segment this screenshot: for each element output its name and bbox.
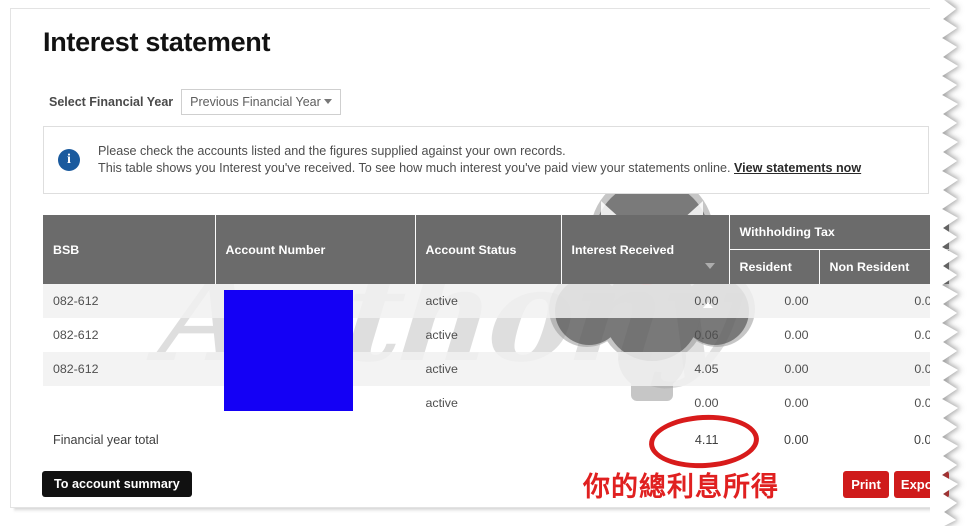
export-button[interactable]: Export <box>894 471 949 498</box>
info-icon: i <box>58 149 80 171</box>
cell-resident: 0.00 <box>729 352 819 386</box>
cell-non-resident: 0.00 <box>819 352 950 386</box>
chinese-note-annotation: 你的總利息所得 <box>583 472 779 503</box>
total-spacer-account-number <box>215 420 415 460</box>
cell-interest-received: 0.06 <box>694 328 719 342</box>
column-header-account-number[interactable]: Account Number <box>215 215 416 284</box>
table-header-row-1: BSB Account Number Account Status Intere… <box>43 215 950 284</box>
financial-year-selected-value: Previous Financial Year <box>190 95 321 109</box>
statement-page-card: Anthony <box>10 8 950 508</box>
cell-non-resident: 0.00 <box>819 284 950 318</box>
view-statements-link[interactable]: View statements now <box>734 161 861 175</box>
column-header-resident[interactable]: Resident <box>729 249 820 284</box>
cell-interest-received: 4.05 <box>561 352 729 386</box>
info-banner-line-1: Please check the accounts listed and the… <box>98 144 566 158</box>
info-banner-line-2: This table shows you Interest you've rec… <box>98 161 731 175</box>
cell-bsb: 082-612 <box>43 352 215 386</box>
column-header-interest-received[interactable]: Interest Received <box>561 215 730 284</box>
total-non-resident: 0.00 <box>914 433 939 447</box>
total-label: Financial year total <box>53 433 159 447</box>
cell-bsb <box>43 386 215 420</box>
account-number-redaction-box <box>224 290 353 411</box>
table-row: 082-612 active 0.00 0.00 0.00 <box>43 284 950 318</box>
column-header-bsb[interactable]: BSB <box>43 215 216 284</box>
financial-year-label: Select Financial Year <box>49 95 174 109</box>
table-head: BSB Account Number Account Status Intere… <box>43 215 950 284</box>
cell-account-status: active <box>415 284 561 318</box>
column-header-non-resident[interactable]: Non Resident <box>819 249 950 284</box>
cell-resident: 0.00 <box>784 396 809 410</box>
interest-table-wrapper: BSB Account Number Account Status Intere… <box>43 215 950 460</box>
print-button[interactable]: Print <box>843 471 889 498</box>
cell-bsb: 082-612 <box>53 328 99 342</box>
column-header-account-status[interactable]: Account Status <box>415 215 562 284</box>
to-account-summary-button[interactable]: To account summary <box>42 471 192 497</box>
sort-ascending-caret-icon[interactable] <box>703 302 713 308</box>
info-banner-text: Please check the accounts listed and the… <box>98 143 861 177</box>
screenshot-root: Anthony <box>0 0 976 526</box>
cell-account-status: active <box>415 352 561 386</box>
column-header-withholding-tax: Withholding Tax <box>729 215 950 250</box>
cell-resident: 0.00 <box>729 284 819 318</box>
info-banner: i Please check the accounts listed and t… <box>43 126 929 194</box>
chevron-down-icon <box>324 99 333 104</box>
table-body: 082-612 active 0.00 0.00 0.00 082-612 ac… <box>43 284 950 460</box>
table-row: 082-612 active 4.05 0.00 0.00 <box>43 352 950 386</box>
financial-year-select[interactable]: Previous Financial Year <box>181 89 342 115</box>
total-spacer-account-status <box>415 420 561 460</box>
cell-account-status: active <box>425 396 458 410</box>
cell-interest-received: 0.00 <box>561 284 729 318</box>
cell-non-resident: 0.00 <box>914 328 939 342</box>
cell-resident: 0.00 <box>784 328 809 342</box>
page-title: Interest statement <box>43 27 271 57</box>
sort-descending-caret-icon[interactable] <box>705 263 715 269</box>
cell-non-resident: 0.00 <box>914 396 939 410</box>
cell-bsb: 082-612 <box>43 284 215 318</box>
table-total-row: Financial year total 4.11 0.00 0.00 <box>43 420 949 460</box>
info-banner-line-2-wrap: This table shows you Interest you've rec… <box>98 160 861 177</box>
table-row: active 0.00 0.00 0.00 <box>43 386 949 420</box>
financial-year-selector-row: Select Financial Year Previous Financial… <box>49 89 342 115</box>
interest-statement-table: BSB Account Number Account Status Intere… <box>43 215 950 460</box>
table-row: 082-612 active 0.06 0.00 0.00 <box>43 318 949 352</box>
cell-account-status: active <box>425 328 458 342</box>
